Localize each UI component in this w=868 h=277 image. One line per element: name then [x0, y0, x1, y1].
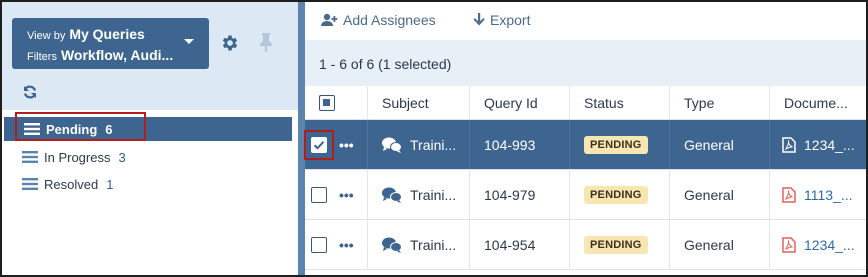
chevron-down-icon	[184, 39, 194, 44]
column-header-query-id[interactable]: Query Id	[469, 86, 569, 119]
select-all-cell	[305, 86, 335, 119]
app-frame: View by My Queries Filters Workflow, Audi.…	[0, 0, 868, 277]
more-dots-icon[interactable]: •••	[339, 188, 354, 202]
results-summary-bar: 1 - 6 of 6 (1 selected)	[305, 40, 866, 86]
document-cell: 1234_...	[769, 120, 866, 169]
subject-text: Traini...	[410, 136, 457, 153]
view-by-label: View by	[27, 30, 66, 42]
subject-cell: Traini...	[367, 120, 469, 169]
add-assignees-label: Add Assignees	[343, 12, 436, 28]
table-row[interactable]: ••• Traini... 104-979 PENDING General 11…	[305, 170, 866, 220]
subject-cell: Traini...	[367, 220, 469, 269]
toolbar: Add Assignees Export	[305, 2, 866, 40]
status-cell: PENDING	[569, 170, 669, 219]
filters-value: Workflow, Audi...	[60, 47, 174, 63]
row-checkbox[interactable]	[311, 236, 327, 253]
results-count: 1 - 6 of 6 (1 selected)	[319, 56, 452, 72]
row-actions-cell: •••	[335, 120, 367, 169]
add-assignees-button[interactable]: Add Assignees	[321, 12, 436, 28]
row-checkbox[interactable]	[311, 136, 327, 153]
list-icon	[24, 123, 40, 135]
type-cell: General	[669, 120, 769, 169]
filters-label: Filters	[27, 51, 57, 63]
chat-icon	[382, 187, 402, 203]
pdf-file-icon	[782, 136, 796, 153]
row-checkbox[interactable]	[311, 186, 327, 203]
download-arrow-icon	[473, 13, 485, 26]
row-select-cell	[305, 220, 335, 269]
left-panel: View by My Queries Filters Workflow, Audi.…	[2, 2, 304, 275]
sidebar-item-label: Pending	[46, 121, 98, 137]
column-header-document[interactable]: Docume...	[769, 86, 866, 119]
type-cell: General	[669, 220, 769, 269]
sidebar-item-label: In Progress	[44, 149, 111, 165]
gear-icon[interactable]	[220, 33, 240, 53]
more-dots-icon[interactable]: •••	[339, 138, 354, 152]
status-cell: PENDING	[569, 120, 669, 169]
refresh-icon[interactable]	[22, 84, 38, 100]
right-panel: Add Assignees Export 1 - 6 of 6 (1 selec…	[305, 2, 866, 275]
add-user-icon	[321, 13, 338, 26]
pdf-file-icon	[782, 236, 796, 253]
table-header-row: Subject Query Id Status Type Docume...	[305, 86, 866, 120]
panel-divider[interactable]	[298, 2, 305, 275]
chat-icon	[382, 237, 402, 253]
pdf-file-icon	[782, 186, 796, 203]
view-by-value: My Queries	[69, 26, 145, 42]
subject-cell: Traini...	[367, 170, 469, 219]
status-badge: PENDING	[584, 235, 648, 254]
status-badge: PENDING	[584, 135, 648, 154]
query-id-cell: 104-993	[469, 120, 569, 169]
column-header-type[interactable]: Type	[669, 86, 769, 119]
actions-header	[335, 86, 367, 119]
document-cell: 1234_...	[769, 220, 866, 269]
filters-line: Filters Workflow, Audi...	[27, 47, 185, 65]
table-row[interactable]: ••• Traini... 104-954 PENDING General 12…	[305, 220, 866, 270]
list-icon	[22, 151, 38, 163]
document-link[interactable]: 1234_...	[804, 237, 855, 253]
status-badge: PENDING	[584, 185, 648, 204]
select-all-checkbox[interactable]	[319, 94, 335, 111]
sidebar-item-count: 1	[106, 176, 114, 192]
view-filter-dropdown[interactable]: View by My Queries Filters Workflow, Audi.…	[12, 18, 209, 69]
sidebar-list: Pending 6 In Progress 3 Resolved 1	[2, 110, 298, 275]
sidebar-item-count: 6	[105, 121, 113, 137]
query-id-cell: 104-954	[469, 220, 569, 269]
export-button[interactable]: Export	[473, 12, 530, 28]
status-cell: PENDING	[569, 220, 669, 269]
sidebar-item-pending[interactable]: Pending 6	[4, 117, 292, 141]
table-row[interactable]: ••• Traini... 104-993 PENDING General 12…	[305, 120, 866, 170]
subject-text: Traini...	[410, 236, 457, 253]
pin-icon[interactable]	[258, 32, 274, 52]
column-header-subject[interactable]: Subject	[367, 86, 469, 119]
sidebar-item-label: Resolved	[44, 176, 99, 192]
sidebar-item-in-progress[interactable]: In Progress 3	[2, 145, 298, 169]
type-cell: General	[669, 170, 769, 219]
column-header-status[interactable]: Status	[569, 86, 669, 119]
subject-text: Traini...	[410, 186, 457, 203]
row-select-cell	[305, 170, 335, 219]
row-select-cell	[305, 120, 335, 169]
row-actions-cell: •••	[335, 170, 367, 219]
document-link[interactable]: 1113_...	[804, 187, 853, 203]
sidebar-item-resolved[interactable]: Resolved 1	[2, 172, 298, 196]
document-cell: 1113_...	[769, 170, 866, 219]
query-id-cell: 104-979	[469, 170, 569, 219]
document-link[interactable]: 1234_...	[804, 137, 855, 153]
sidebar-item-count: 3	[118, 149, 126, 165]
chat-icon	[382, 137, 402, 153]
export-label: Export	[490, 12, 531, 28]
more-dots-icon[interactable]: •••	[339, 238, 354, 252]
view-by-line: View by My Queries	[27, 26, 145, 44]
row-actions-cell: •••	[335, 220, 367, 269]
list-icon	[22, 178, 38, 190]
check-icon	[313, 140, 325, 150]
